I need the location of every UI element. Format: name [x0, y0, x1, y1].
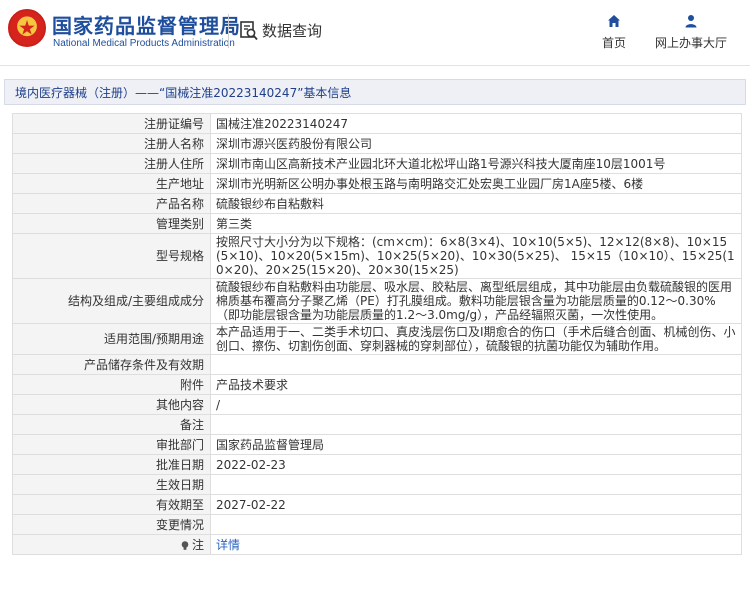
top-header: 国家药品监督管理局 National Medical Products Admi… — [0, 0, 750, 66]
site-title[interactable]: 国家药品监督管理局 — [52, 10, 241, 39]
table-row: 结构及组成/主要组成成分 硫酸银纱布自粘敷料由功能层、吸水层、胶粘层、离型纸层组成… — [12, 278, 742, 324]
field-label: 生产地址 — [12, 173, 211, 194]
field-value: / — [210, 394, 742, 415]
table-row: 产品名称 硫酸银纱布自粘敷料 — [12, 193, 742, 214]
note-label: 注 — [191, 537, 204, 552]
field-label: 审批部门 — [12, 434, 211, 455]
field-value — [210, 354, 742, 375]
field-label: 注册证编号 — [12, 113, 211, 134]
table-row: 注册证编号 国械注准20223140247 — [12, 113, 742, 134]
registration-info-table: 注册证编号 国械注准20223140247 注册人名称 深圳市源兴医药股份有限公司 … — [12, 113, 742, 555]
field-label: 有效期至 — [12, 494, 211, 515]
note-value: 详情 — [210, 534, 742, 555]
field-value: 深圳市源兴医药股份有限公司 — [210, 133, 742, 154]
field-label: 注册人名称 — [12, 133, 211, 154]
field-label: 附件 — [12, 374, 211, 395]
table-row: 适用范围/预期用途 本产品适用于一、二类手术切口、真皮浅层伤口及Ⅰ期愈合的伤口（手… — [12, 323, 742, 355]
table-row: 注册人名称 深圳市源兴医药股份有限公司 — [12, 133, 742, 154]
lightbulb-icon — [181, 540, 189, 550]
table-row: 附件 产品技术要求 — [12, 374, 742, 395]
field-label: 结构及组成/主要组成成分 — [12, 278, 211, 324]
field-label: 适用范围/预期用途 — [12, 323, 211, 355]
breadcrumb: 境内医疗器械（注册）——“国械注准20223140247”基本信息 — [4, 79, 746, 105]
field-value: 本产品适用于一、二类手术切口、真皮浅层伤口及Ⅰ期愈合的伤口（手术后缝合创面、机械… — [210, 323, 742, 355]
table-row: 备注 — [12, 414, 742, 435]
field-value: 2022-02-23 — [210, 454, 742, 475]
search-document-icon — [240, 20, 258, 40]
nav-online-office-label: 网上办事大厅 — [655, 36, 728, 50]
table-row: 生效日期 — [12, 474, 742, 495]
field-value: 产品技术要求 — [210, 374, 742, 395]
field-label: 产品名称 — [12, 193, 211, 214]
field-value: 国家药品监督管理局 — [210, 434, 742, 455]
detail-link[interactable]: 详情 — [216, 538, 240, 552]
home-icon — [608, 15, 620, 27]
emblem-logo — [8, 9, 46, 47]
table-row: 审批部门 国家药品监督管理局 — [12, 434, 742, 455]
note-label-cell: 注 — [12, 534, 211, 555]
table-row: 有效期至 2027-02-22 — [12, 494, 742, 515]
field-value: 深圳市光明新区公明办事处根玉路与南明路交汇处宏奥工业园厂房1A座5楼、6楼 — [210, 173, 742, 194]
table-row: 管理类别 第三类 — [12, 213, 742, 234]
field-label: 变更情况 — [12, 514, 211, 535]
table-row: 其他内容 / — [12, 394, 742, 415]
field-label: 产品储存条件及有效期 — [12, 354, 211, 375]
table-row: 变更情况 — [12, 514, 742, 535]
field-label: 备注 — [12, 414, 211, 435]
data-query-link[interactable]: 数据查询 — [240, 20, 322, 41]
field-label: 注册人住所 — [12, 153, 211, 174]
field-label: 其他内容 — [12, 394, 211, 415]
field-label: 管理类别 — [12, 213, 211, 234]
table-row: 型号规格 按照尺寸大小分为以下规格：(cm×cm)：6×8(3×4)、10×10(… — [12, 233, 742, 279]
nav-home-label: 首页 — [602, 36, 627, 50]
table-row: 批准日期 2022-02-23 — [12, 454, 742, 475]
field-value: 硫酸银纱布自粘敷料 — [210, 193, 742, 214]
table-row: 注册人住所 深圳市南山区高新技术产业园北环大道北松坪山路1号源兴科技大厦南座10层… — [12, 153, 742, 174]
field-value — [210, 514, 742, 535]
field-value: 第三类 — [210, 213, 742, 234]
field-label: 型号规格 — [12, 233, 211, 279]
table-row: 产品储存条件及有效期 — [12, 354, 742, 375]
nav-home[interactable]: 首页 — [602, 14, 626, 51]
data-query-label: 数据查询 — [262, 22, 323, 40]
site-subtitle: National Medical Products Administration — [53, 38, 235, 49]
field-value: 按照尺寸大小分为以下规格：(cm×cm)：6×8(3×4)、10×10(5×5)… — [210, 233, 742, 279]
field-value — [210, 474, 742, 495]
field-value: 硫酸银纱布自粘敷料由功能层、吸水层、胶粘层、离型纸层组成，其中功能层由负载硫酸银… — [210, 278, 742, 324]
field-value: 国械注准20223140247 — [210, 113, 742, 134]
table-row-note: 注 详情 — [12, 534, 742, 555]
table-row: 生产地址 深圳市光明新区公明办事处根玉路与南明路交汇处宏奥工业园厂房1A座5楼、6… — [12, 173, 742, 194]
header-divider — [228, 14, 229, 48]
field-label: 生效日期 — [12, 474, 211, 495]
nav-online-office[interactable]: 网上办事大厅 — [655, 14, 727, 51]
field-label: 批准日期 — [12, 454, 211, 475]
field-value — [210, 414, 742, 435]
user-icon — [685, 15, 697, 28]
field-value: 2027-02-22 — [210, 494, 742, 515]
field-value: 深圳市南山区高新技术产业园北环大道北松坪山路1号源兴科技大厦南座10层1001号 — [210, 153, 742, 174]
